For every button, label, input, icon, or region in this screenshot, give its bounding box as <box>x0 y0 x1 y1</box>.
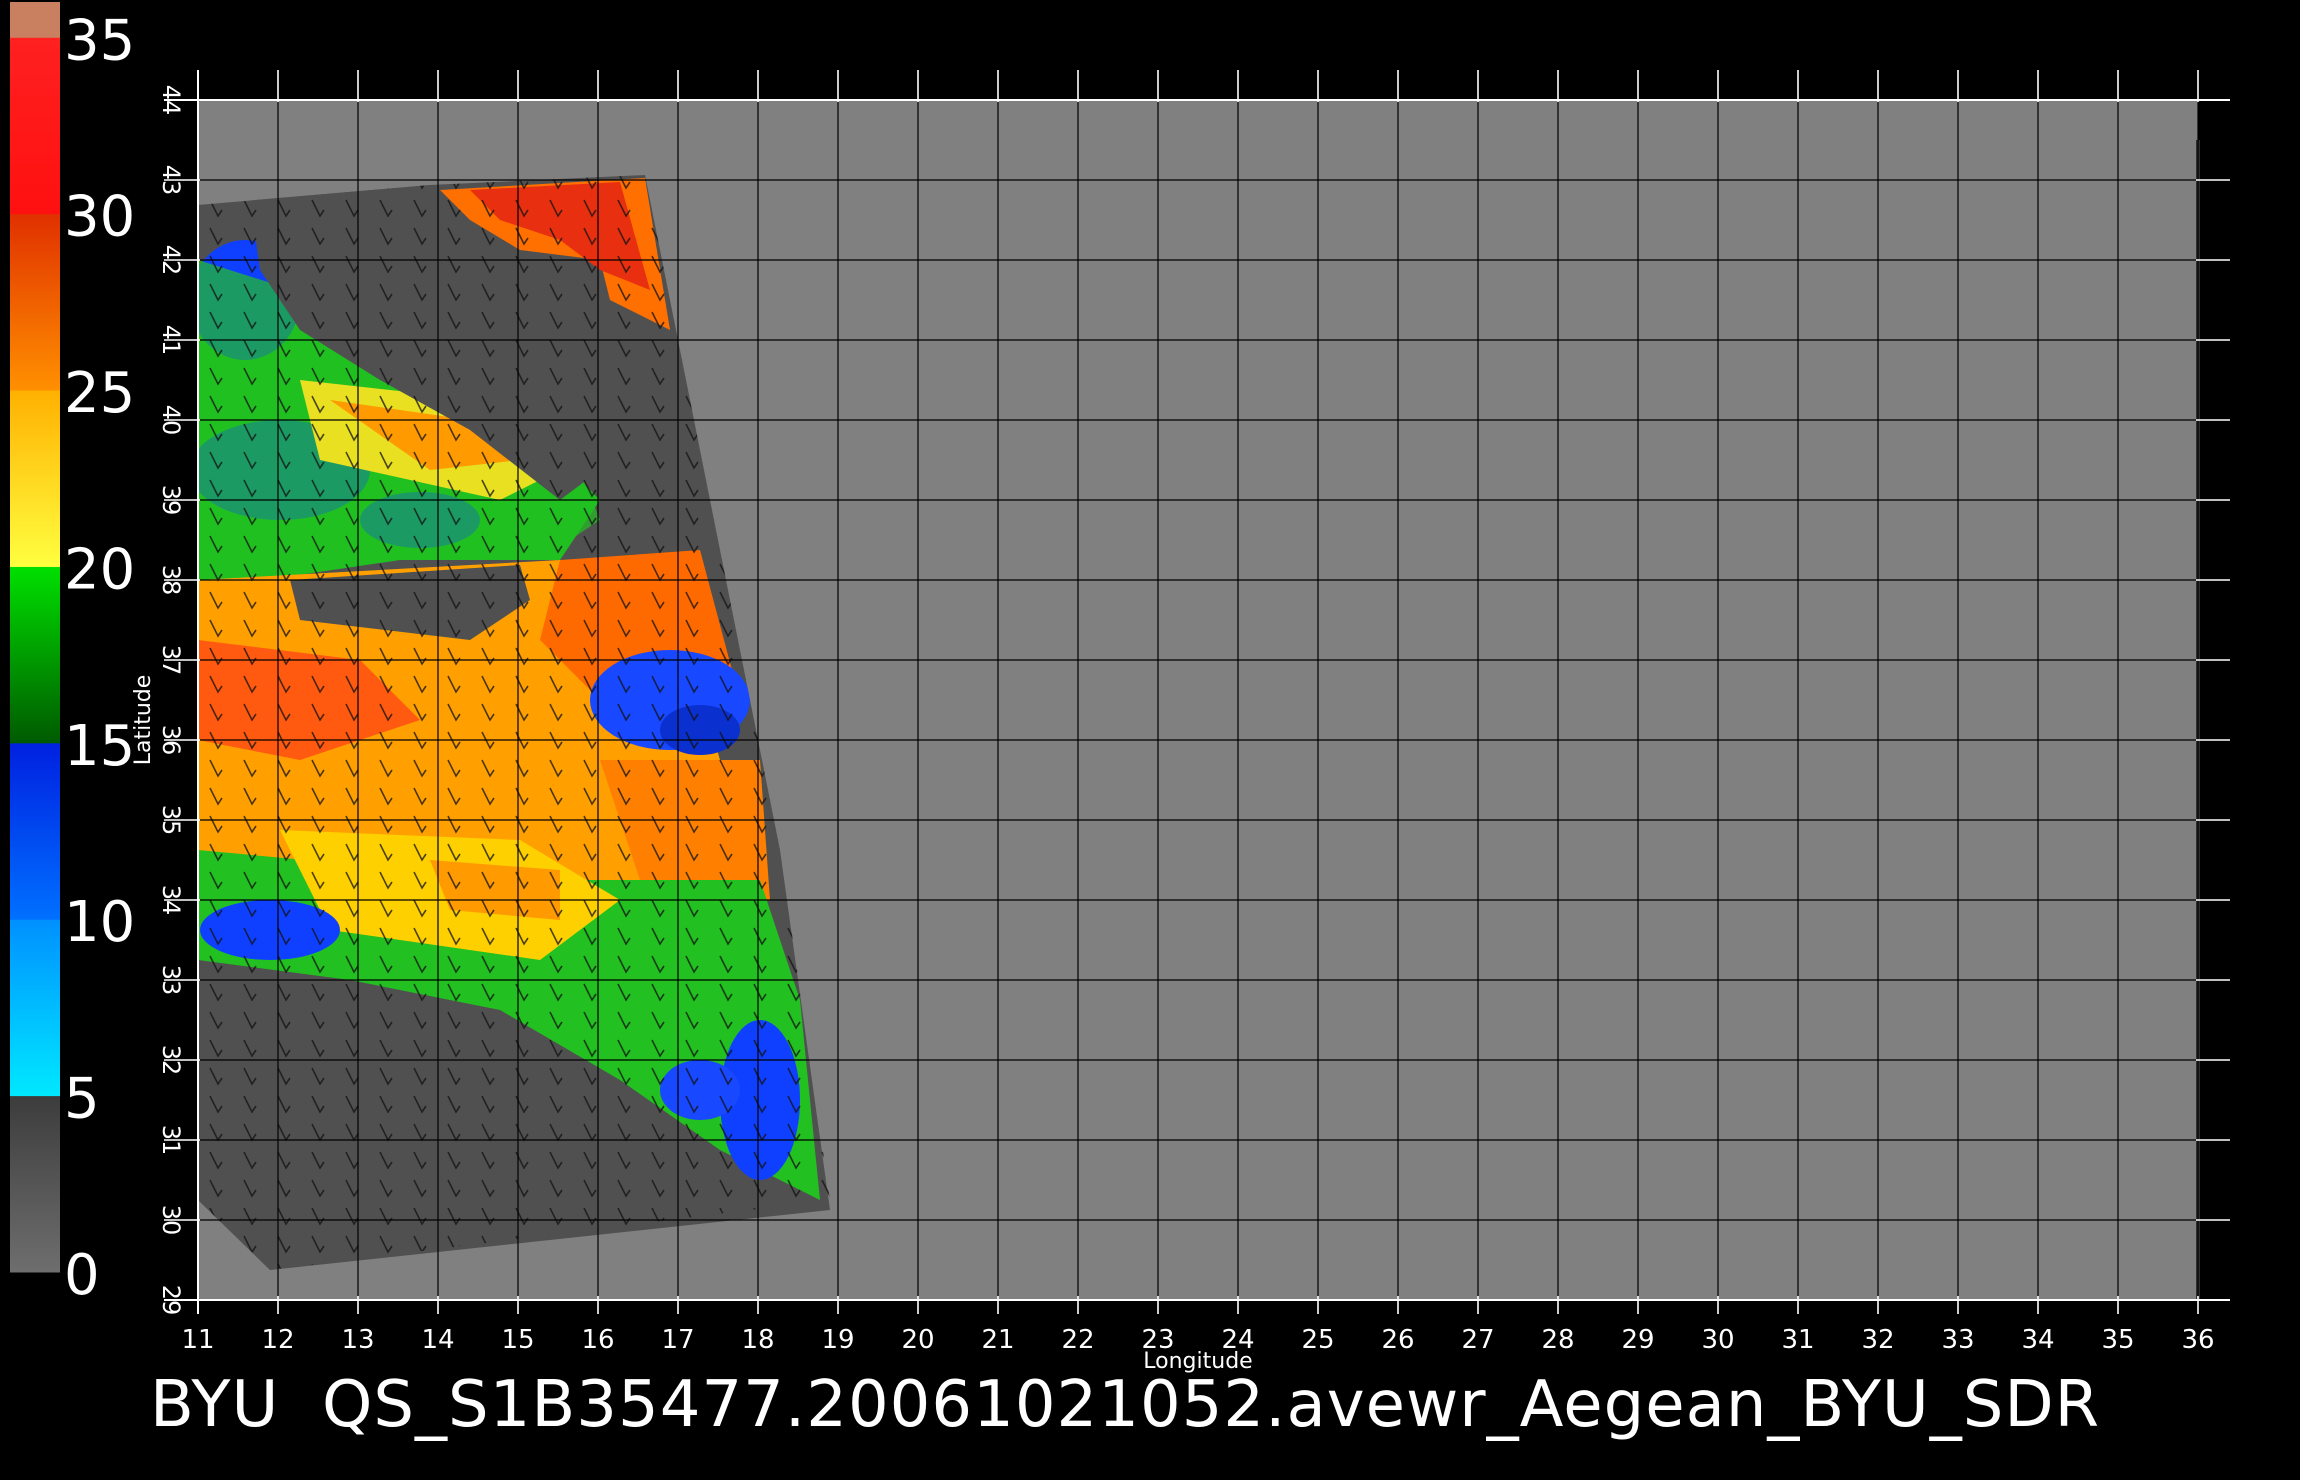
x-tick-label: 27 <box>1461 1325 1494 1355</box>
figure-title: BYU QS_S1B35477.20061021052.avewr_Aegean… <box>150 1368 2101 1442</box>
x-tick-label: 14 <box>421 1325 454 1355</box>
colorbar-label: 20 <box>64 537 135 602</box>
map-figure: 11 12 13 14 15 16 17 18 19 20 21 22 23 24 25 26 27 28 29 30… <box>10 2 2230 1374</box>
x-tick-label: 21 <box>981 1325 1014 1355</box>
x-tick-label: 15 <box>501 1325 534 1355</box>
colorbar-label: 15 <box>64 714 135 779</box>
colorbar-segment <box>10 1095 60 1273</box>
x-tick-label: 11 <box>181 1325 214 1355</box>
y-tick-label: 34 <box>157 885 185 916</box>
x-tick-label: 35 <box>2101 1325 2134 1355</box>
x-tick-label: 12 <box>261 1325 294 1355</box>
x-tick-label: 19 <box>821 1325 854 1355</box>
colorbar-segment <box>10 213 60 391</box>
colorbar-label: 5 <box>64 1067 100 1132</box>
y-tick-label: 42 <box>157 245 185 276</box>
colorbar-segment <box>10 37 60 215</box>
x-tick-label: 31 <box>1781 1325 1814 1355</box>
x-tick-label: 18 <box>741 1325 774 1355</box>
x-tick-label: 36 <box>2181 1325 2214 1355</box>
x-tick-label: 33 <box>1941 1325 1974 1355</box>
colorbar-segment <box>10 566 60 744</box>
x-tick-label: 16 <box>581 1325 614 1355</box>
colorbar-segment <box>10 2 60 38</box>
y-tick-label: 37 <box>157 645 185 676</box>
x-tick-label: 20 <box>901 1325 934 1355</box>
y-tick-label: 43 <box>157 165 185 196</box>
y-tick-label: 38 <box>157 565 185 596</box>
x-tick-label: 25 <box>1301 1325 1334 1355</box>
y-tick-labels: 29 30 31 32 33 34 35 36 37 38 39 40 41 42 43 44 <box>157 85 185 1316</box>
x-tick-label: 30 <box>1701 1325 1734 1355</box>
y-tick-label: 35 <box>157 805 185 836</box>
colorbar-segment <box>10 919 60 1097</box>
colorbar-segment <box>10 390 60 567</box>
y-tick-label: 44 <box>157 85 185 116</box>
y-tick-label: 31 <box>157 1125 185 1156</box>
colorbar-label: 0 <box>64 1243 100 1308</box>
colorbar-label: 35 <box>64 8 135 73</box>
x-tick-label: 32 <box>1861 1325 1894 1355</box>
y-tick-label: 41 <box>157 325 185 356</box>
colorbar-label: 10 <box>64 890 135 955</box>
x-tick-label: 22 <box>1061 1325 1094 1355</box>
colorbar-segment <box>10 742 60 920</box>
colorbar-labels: 0 5 10 15 20 25 30 35 <box>64 8 135 1308</box>
x-tick-label: 26 <box>1381 1325 1414 1355</box>
colorbar-label: 25 <box>64 361 135 426</box>
y-tick-label: 33 <box>157 965 185 996</box>
x-tick-label: 17 <box>661 1325 694 1355</box>
x-tick-label: 34 <box>2021 1325 2054 1355</box>
x-tick-label: 13 <box>341 1325 374 1355</box>
y-tick-label: 39 <box>157 485 185 516</box>
colorbar <box>10 2 60 1273</box>
x-tick-label: 29 <box>1621 1325 1654 1355</box>
y-tick-label: 32 <box>157 1045 185 1076</box>
y-tick-label: 40 <box>157 405 185 436</box>
x-tick-label: 28 <box>1541 1325 1574 1355</box>
y-tick-label: 29 <box>157 1285 185 1316</box>
colorbar-label: 30 <box>64 185 135 250</box>
y-tick-label: 36 <box>157 725 185 756</box>
y-tick-label: 30 <box>157 1205 185 1236</box>
